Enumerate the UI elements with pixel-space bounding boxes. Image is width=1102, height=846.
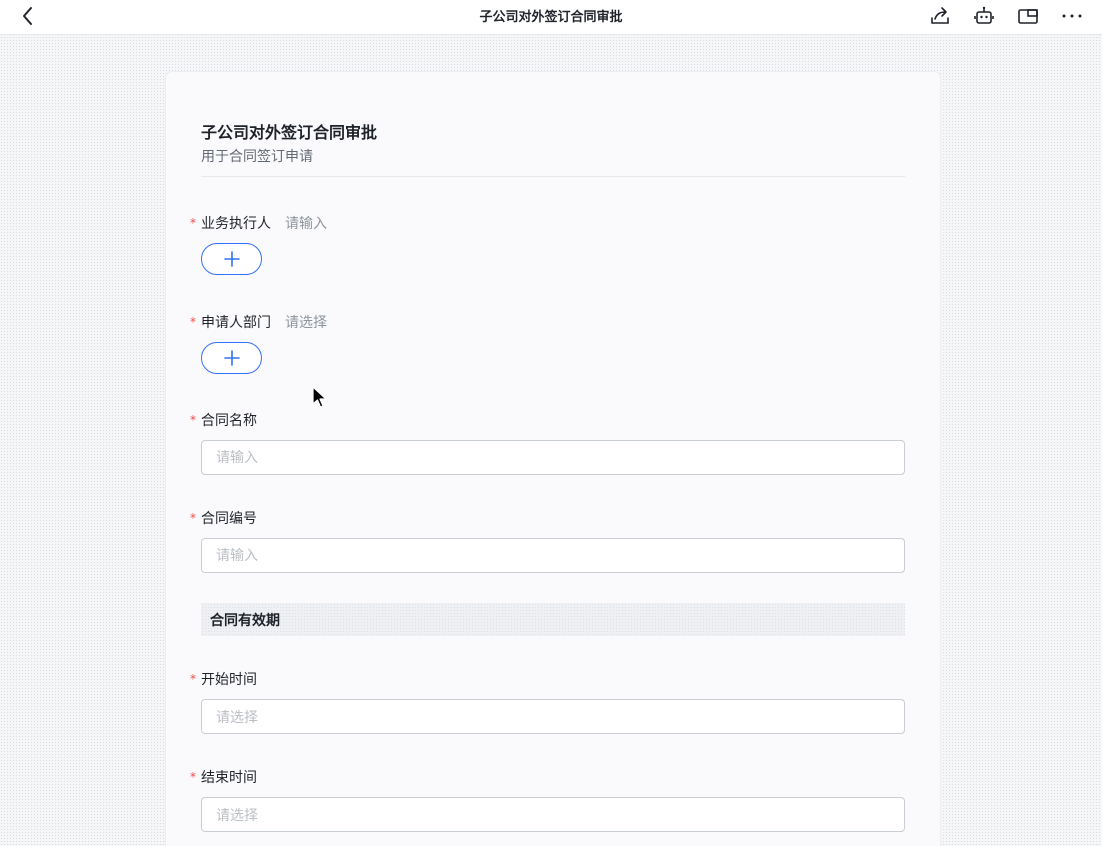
divider (201, 176, 905, 177)
department-field-label: * 申请人部门 请选择 (190, 312, 327, 332)
contract-name-input[interactable] (201, 440, 905, 475)
start-time-select[interactable]: 请选择 (201, 699, 905, 734)
end-time-field-label: * 结束时间 (190, 767, 257, 787)
end-time-label: 结束时间 (201, 770, 257, 786)
executor-hint: 请输入 (285, 216, 327, 232)
start-time-field-label: * 开始时间 (190, 669, 257, 689)
share-button[interactable] (928, 4, 952, 28)
end-time-placeholder: 请选择 (216, 807, 258, 824)
end-time-select[interactable]: 请选择 (201, 797, 905, 832)
executor-label: 业务执行人 (201, 216, 271, 232)
mouse-cursor-icon (312, 386, 327, 408)
department-hint: 请选择 (285, 315, 327, 331)
form-title: 子公司对外签订合同审批 (201, 123, 378, 142)
contract-number-input[interactable] (201, 538, 905, 573)
contract-name-label: 合同名称 (201, 413, 257, 429)
window-button[interactable] (1016, 4, 1040, 28)
start-time-label: 开始时间 (201, 672, 257, 688)
more-button[interactable] (1060, 4, 1084, 28)
add-executor-button[interactable] (201, 243, 262, 275)
required-mark: * (190, 315, 196, 329)
required-mark: * (190, 216, 196, 230)
required-mark: * (190, 413, 196, 427)
required-mark: * (190, 511, 196, 525)
contract-name-field-label: * 合同名称 (190, 410, 257, 430)
start-time-placeholder: 请选择 (216, 709, 258, 726)
bot-button[interactable] (972, 4, 996, 28)
plus-icon (223, 350, 240, 366)
share-icon (931, 7, 949, 24)
required-mark: * (190, 672, 196, 686)
validity-section-header: 合同有效期 (201, 603, 905, 636)
contract-number-label: 合同编号 (201, 511, 257, 527)
required-mark: * (190, 770, 196, 784)
plus-icon (223, 251, 240, 267)
department-label: 申请人部门 (201, 315, 271, 331)
top-actions (928, 4, 1084, 28)
executor-field-label: * 业务执行人 请输入 (190, 213, 327, 233)
window-icon (1018, 9, 1038, 24)
robot-icon (974, 6, 994, 24)
contract-number-field-label: * 合同编号 (190, 508, 257, 528)
form-description: 用于合同签订申请 (201, 149, 313, 165)
more-icon (1062, 14, 1082, 18)
add-department-button[interactable] (201, 342, 262, 374)
form-card: 子公司对外签订合同审批 用于合同签订申请 * 业务执行人 请输入 * 申请人部门… (166, 72, 940, 846)
top-bar: 子公司对外签订合同审批 (0, 0, 1102, 35)
